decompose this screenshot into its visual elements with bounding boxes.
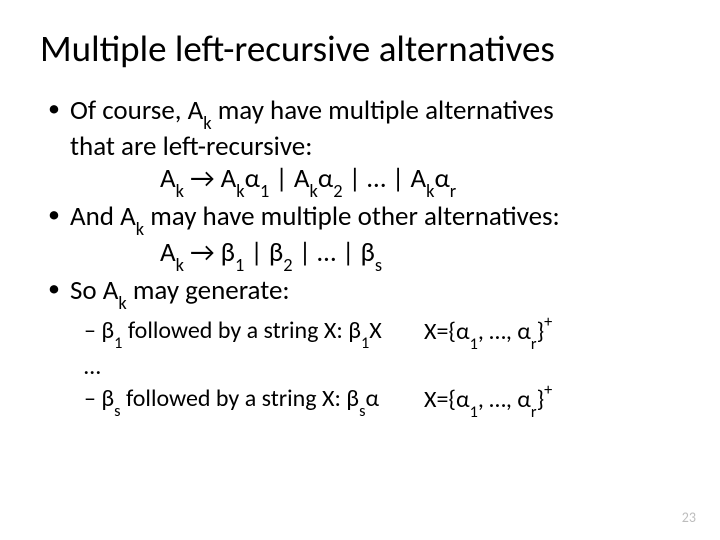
text: may have multiple alternatives — [212, 94, 554, 127]
text: | A — [269, 162, 309, 195]
dash-item-ellipsis: … — [84, 351, 680, 383]
bullet-item-1: Of course, Ak may have multiple alternat… — [48, 95, 680, 199]
subscript: r — [531, 334, 537, 354]
text: So A — [70, 274, 118, 307]
production-1: Ak → Akα1 | Akα2 | … | Akαr — [70, 163, 680, 199]
text: | β — [244, 236, 283, 269]
text: … — [84, 351, 101, 383]
text: X — [369, 316, 381, 345]
subscript: 1 — [361, 333, 369, 353]
dash-list: – β1 followed by a string X: β1X X={α1, … — [84, 315, 680, 419]
subscript: s — [114, 401, 120, 421]
dash-left: – β1 followed by a string X: β1X — [84, 315, 424, 351]
subscript: s — [375, 254, 382, 276]
subscript: k — [136, 218, 144, 240]
superscript: + — [544, 312, 552, 332]
dash-item-1: – β1 followed by a string X: β1X X={α1, … — [84, 315, 680, 351]
dash-left: – βs followed by a string X: βsα — [84, 383, 424, 419]
text: followed by a string X: β — [122, 316, 361, 345]
production-2: Ak → β1 | β2 | … | βs — [70, 237, 680, 273]
text: , …, α — [478, 317, 531, 346]
text: | … | β — [293, 236, 375, 269]
text: α — [245, 162, 260, 195]
subscript: 1 — [470, 334, 478, 354]
dash-right: X={α1, …, αr}+ — [424, 315, 552, 351]
page-number: 23 — [682, 509, 696, 526]
subscript: s — [359, 401, 365, 421]
text: , …, α — [478, 385, 531, 414]
text: may generate: — [127, 274, 290, 307]
text: | … | A — [343, 162, 427, 195]
text: → A — [184, 162, 236, 195]
text: Of course, A — [70, 94, 203, 127]
text: And A — [70, 200, 136, 233]
superscript: + — [544, 380, 552, 400]
bullet-list: Of course, Ak may have multiple alternat… — [48, 95, 680, 311]
slide-title: Multiple left-recursive alternatives — [40, 26, 680, 71]
text: → β — [184, 236, 235, 269]
dash-item-2: – βs followed by a string X: βsα X={α1, … — [84, 383, 680, 419]
bullet-item-2: And Ak may have multiple other alternati… — [48, 201, 680, 273]
text: α — [365, 384, 379, 413]
slide: Multiple left-recursive alternatives Of … — [0, 0, 720, 540]
subscript: r — [531, 402, 537, 422]
text: α — [434, 162, 449, 195]
subscript: 1 — [470, 402, 478, 422]
subscript: 1 — [114, 333, 122, 353]
text: α — [318, 162, 333, 195]
dash-right: X={α1, …, αr}+ — [424, 383, 552, 419]
text: } — [537, 385, 545, 414]
bullet-item-3: So Ak may generate: — [48, 275, 680, 311]
text: followed by a string X: β — [121, 384, 360, 413]
text: } — [537, 317, 545, 346]
text: may have multiple other alternatives: — [144, 200, 560, 233]
text: A — [160, 236, 176, 269]
text: A — [160, 162, 176, 195]
subscript: k — [203, 112, 211, 134]
text: – β — [84, 316, 114, 345]
text: X={α — [424, 385, 470, 414]
subscript: k — [118, 292, 126, 314]
text: that are left-recursive: — [70, 130, 312, 163]
text: X={α — [424, 317, 470, 346]
text: – β — [84, 384, 114, 413]
